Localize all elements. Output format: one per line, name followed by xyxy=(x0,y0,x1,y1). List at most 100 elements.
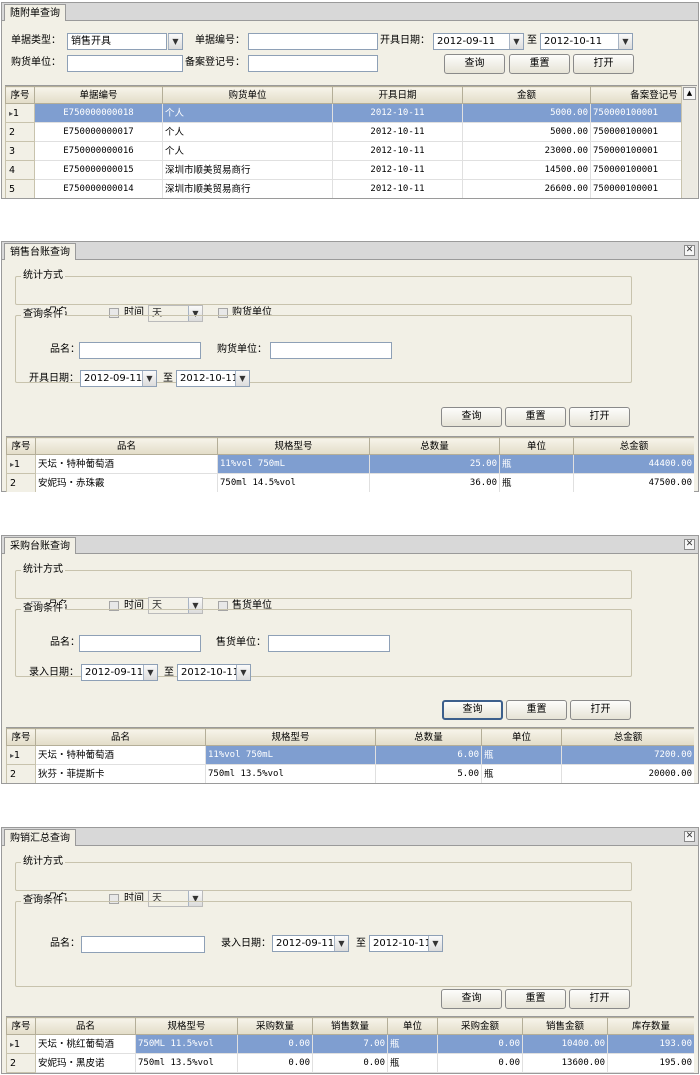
column-header[interactable]: 总金额 xyxy=(561,728,694,746)
table-cell[interactable]: 11%vol 750mL xyxy=(217,454,370,474)
column-header[interactable]: 规格型号 xyxy=(205,728,376,746)
table-cell[interactable]: 20000.00 xyxy=(561,764,694,783)
table-row[interactable]: 2 狄芬・菲提斯卡 750ml 13.5%vol 5.00 瓶 20000.00 xyxy=(6,764,694,783)
buyer-input[interactable] xyxy=(67,55,183,72)
date-from-picker[interactable]: 2012-09-11 ▼ xyxy=(433,33,524,50)
reg-no-input[interactable] xyxy=(248,55,378,72)
close-icon[interactable]: ✕ xyxy=(684,245,695,256)
chevron-down-icon[interactable]: ▼ xyxy=(142,371,156,386)
table-cell[interactable]: 安妮玛・赤珠霰 xyxy=(35,473,218,492)
table-cell[interactable]: 2012-10-11 xyxy=(332,122,463,142)
table-cell[interactable]: 2012-10-11 xyxy=(332,179,463,198)
column-header[interactable]: 单位 xyxy=(387,1017,438,1035)
table-cell[interactable]: 11%vol 750mL xyxy=(205,745,376,765)
vertical-scrollbar[interactable]: ▲ xyxy=(681,86,697,198)
column-header[interactable]: 序号 xyxy=(6,728,36,746)
table-row[interactable]: 2 安妮玛・赤珠霰 750ml 14.5%vol 36.00 瓶 47500.00 xyxy=(6,473,694,492)
tab-doc-query[interactable]: 随附单查询 xyxy=(4,4,66,21)
chevron-down-icon[interactable]: ▼ xyxy=(168,34,182,49)
table-cell[interactable]: 0.00 xyxy=(237,1072,313,1073)
open-button[interactable]: 打开 xyxy=(569,989,630,1009)
column-header[interactable]: 单位 xyxy=(499,437,574,455)
table-cell[interactable]: 5000.00 xyxy=(462,103,591,123)
date-from-picker[interactable]: 2012-09-11 ▼ xyxy=(272,935,349,952)
table-row[interactable]: 3三公顷・菲提卡斯750ml 12.5%vol0.006.00瓶0.002400… xyxy=(6,1072,694,1073)
column-header[interactable]: 品名 xyxy=(35,1017,136,1035)
table-row[interactable]: 2 E750000000017 个人 2012-10-11 5000.00 7500001… xyxy=(5,122,697,142)
reset-button[interactable]: 重置 xyxy=(505,989,566,1009)
table-cell[interactable]: 个人 xyxy=(162,103,333,123)
reset-button[interactable]: 重置 xyxy=(509,54,570,74)
row-index-cell[interactable]: ▸1 xyxy=(6,1034,36,1054)
tab-summary[interactable]: 购销汇总查询 xyxy=(4,829,76,846)
date-to-picker[interactable]: 2012-10-11 ▼ xyxy=(177,664,251,681)
date-to-picker[interactable]: 2012-10-11 ▼ xyxy=(540,33,633,50)
table-cell[interactable]: 0.00 xyxy=(437,1072,523,1073)
table-cell[interactable]: 2012-10-11 xyxy=(332,141,463,161)
table-cell[interactable]: 10400.00 xyxy=(522,1034,608,1054)
column-header[interactable]: 购货单位 xyxy=(162,86,333,104)
table-cell[interactable]: 天坛・特种葡萄酒 xyxy=(35,454,218,474)
row-index-cell[interactable]: 2 xyxy=(6,764,36,783)
table-cell[interactable]: 47500.00 xyxy=(573,473,694,492)
table-cell[interactable]: 14500.00 xyxy=(462,160,591,180)
table-cell[interactable]: 195.00 xyxy=(607,1053,694,1073)
open-button[interactable]: 打开 xyxy=(569,407,630,427)
chevron-down-icon[interactable]: ▼ xyxy=(143,665,157,680)
chevron-down-icon[interactable]: ▼ xyxy=(618,34,632,49)
chevron-down-icon[interactable]: ▼ xyxy=(428,936,442,951)
table-cell[interactable]: 7.00 xyxy=(312,1034,388,1054)
row-index-cell[interactable]: 2 xyxy=(6,1053,36,1073)
row-index-cell[interactable]: 3 xyxy=(6,1072,36,1073)
column-header[interactable]: 单位 xyxy=(481,728,562,746)
table-cell[interactable]: 26600.00 xyxy=(462,179,591,198)
doc-type-dropdown[interactable]: ▼ xyxy=(168,33,183,50)
table-cell[interactable]: 狄芬・菲提斯卡 xyxy=(35,764,206,783)
table-cell[interactable]: 瓶 xyxy=(387,1034,438,1054)
column-header[interactable]: 总金额 xyxy=(573,437,694,455)
table-cell[interactable]: 193.00 xyxy=(607,1034,694,1054)
table-cell[interactable]: 13600.00 xyxy=(522,1053,608,1073)
table-row[interactable]: 3 E750000000016 个人 2012-10-11 23000.00 750000… xyxy=(5,141,697,161)
query-button[interactable]: 查询 xyxy=(444,54,505,74)
table-cell[interactable]: 23000.00 xyxy=(462,141,591,161)
product-name-input[interactable] xyxy=(81,936,205,953)
product-name-input[interactable] xyxy=(79,342,201,359)
table-cell[interactable]: 天坛・桃红葡萄酒 xyxy=(35,1034,136,1054)
table-cell[interactable]: E750000000014 xyxy=(34,179,163,198)
table-cell[interactable]: 瓶 xyxy=(481,745,562,765)
table-row[interactable]: 4 E750000000015 深圳市顺美贸易商行 2012-10-11 14500.0… xyxy=(5,160,697,180)
table-cell[interactable]: 瓶 xyxy=(499,454,574,474)
table-cell[interactable]: 个人 xyxy=(162,141,333,161)
doc-no-input[interactable] xyxy=(248,33,378,50)
table-cell[interactable]: 天坛・特种葡萄酒 xyxy=(35,745,206,765)
table-cell[interactable]: 194.00 xyxy=(607,1072,694,1073)
date-from-picker[interactable]: 2012-09-11 ▼ xyxy=(80,370,157,387)
column-header[interactable]: 总数量 xyxy=(369,437,500,455)
column-header[interactable]: 序号 xyxy=(6,1017,36,1035)
column-header[interactable]: 总数量 xyxy=(375,728,482,746)
column-header[interactable]: 品名 xyxy=(35,728,206,746)
table-cell[interactable]: 个人 xyxy=(162,122,333,142)
query-button[interactable]: 查询 xyxy=(442,700,503,720)
table-cell[interactable]: 24000.00 xyxy=(522,1072,608,1073)
party-input[interactable] xyxy=(270,342,392,359)
table-cell[interactable]: E750000000018 xyxy=(34,103,163,123)
column-header[interactable]: 金额 xyxy=(462,86,591,104)
table-cell[interactable]: 5000.00 xyxy=(462,122,591,142)
column-header[interactable]: 序号 xyxy=(6,437,36,455)
table-row[interactable]: 5 E750000000014 深圳市顺美贸易商行 2012-10-11 26600.0… xyxy=(5,179,697,198)
column-header[interactable]: 销售金额 xyxy=(522,1017,608,1035)
table-cell[interactable]: 0.00 xyxy=(437,1034,523,1054)
table-cell[interactable]: 三公顷・菲提卡斯 xyxy=(35,1072,136,1073)
table-cell[interactable]: 瓶 xyxy=(387,1072,438,1073)
table-cell[interactable]: 2012-10-11 xyxy=(332,103,463,123)
table-cell[interactable]: E750000000016 xyxy=(34,141,163,161)
chevron-down-icon[interactable]: ▼ xyxy=(235,371,249,386)
query-button[interactable]: 查询 xyxy=(441,407,502,427)
table-cell[interactable]: 6.00 xyxy=(312,1072,388,1073)
column-header[interactable]: 规格型号 xyxy=(135,1017,238,1035)
table-cell[interactable]: 750ml 12.5%vol xyxy=(135,1072,238,1073)
column-header[interactable]: 采购数量 xyxy=(237,1017,313,1035)
table-cell[interactable]: 2012-10-11 xyxy=(332,160,463,180)
